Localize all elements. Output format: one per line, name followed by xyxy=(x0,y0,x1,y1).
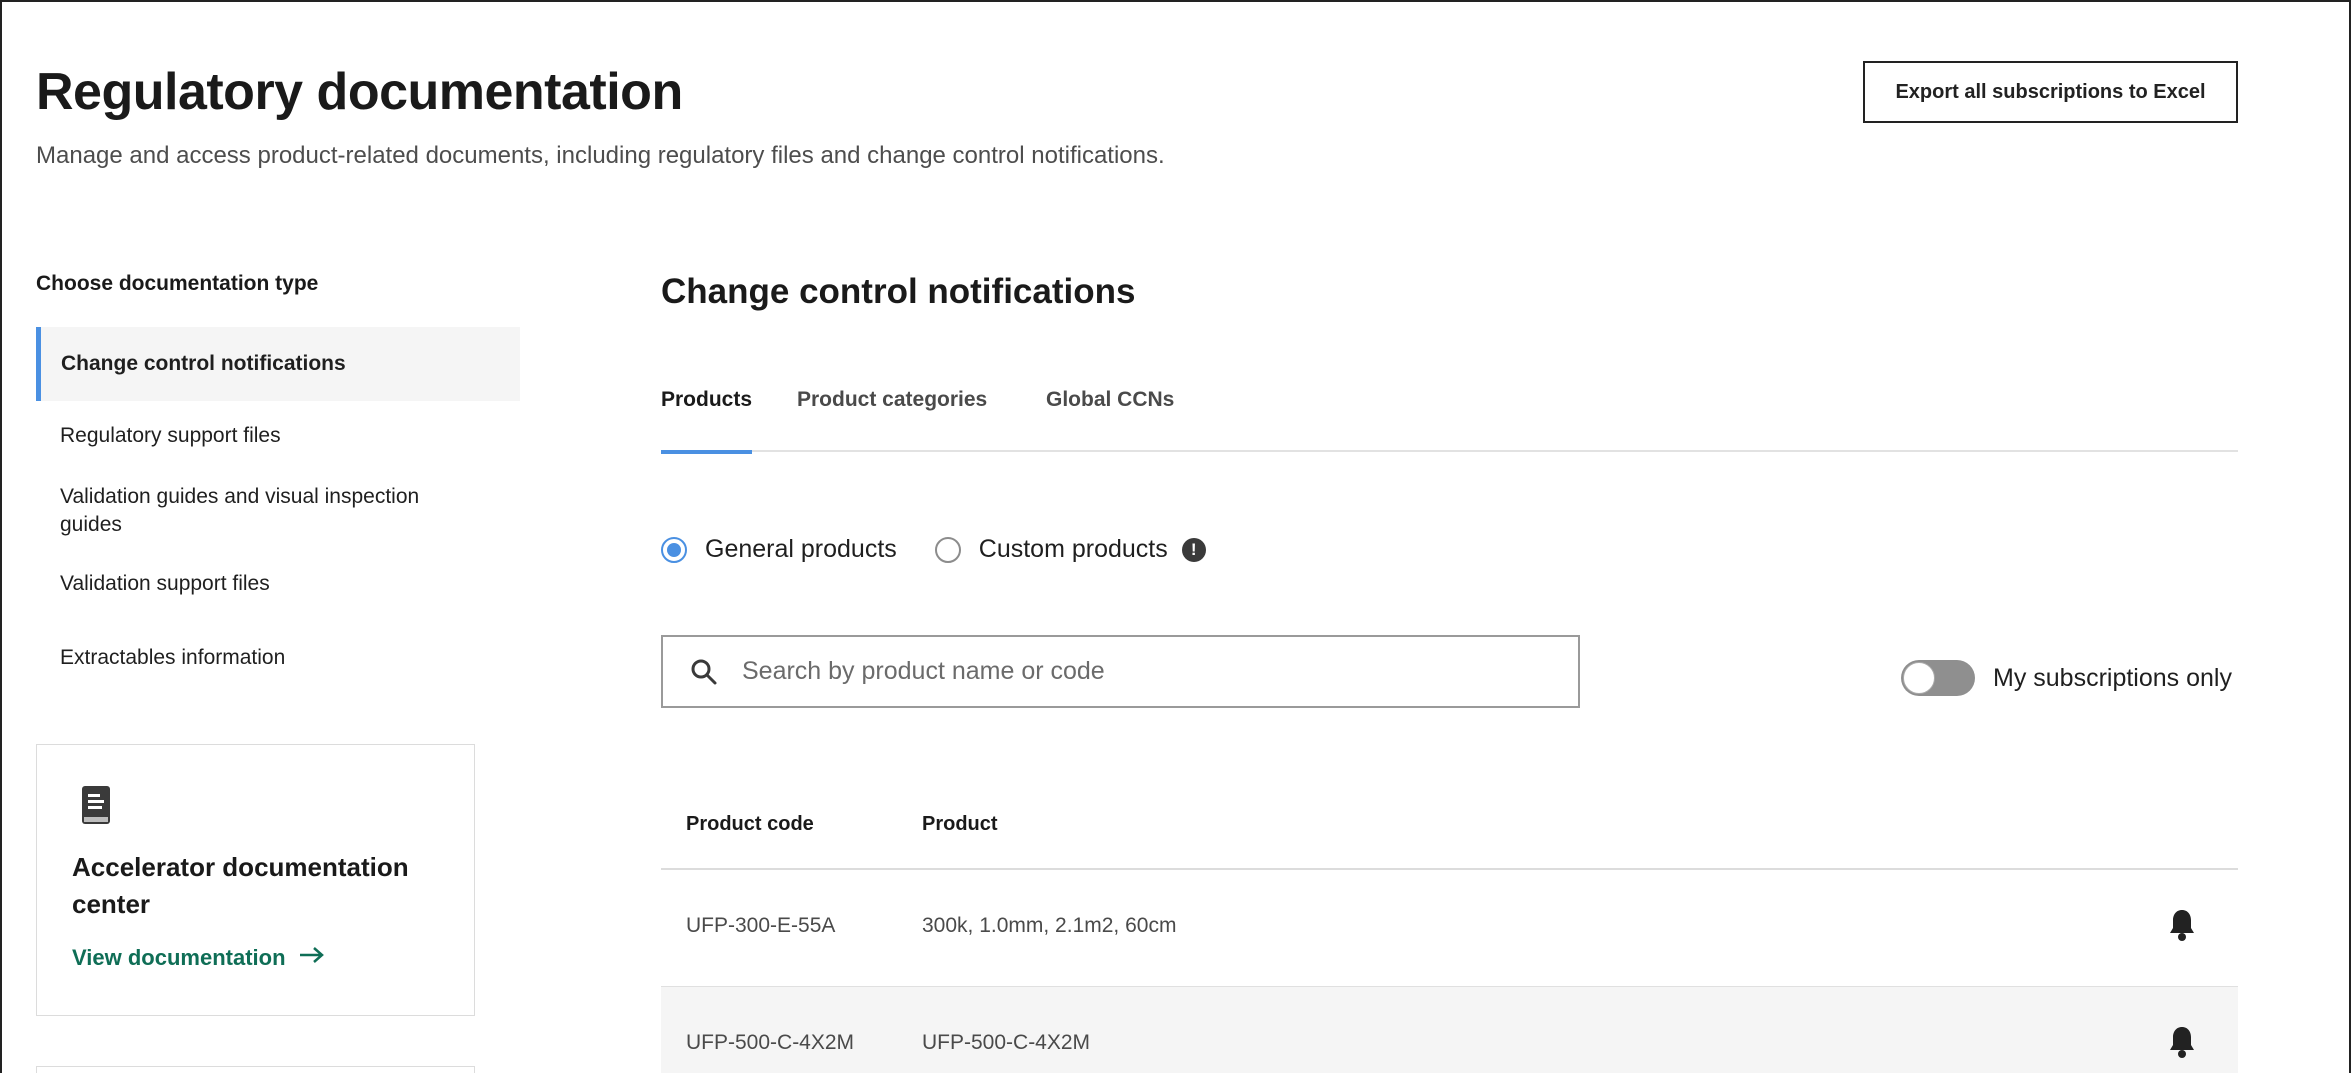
section-title: Change control notifications xyxy=(661,272,1136,311)
my-subscriptions-toggle[interactable] xyxy=(1901,660,1975,696)
view-documentation-link[interactable]: View documentation xyxy=(72,945,326,971)
book-icon xyxy=(81,785,111,830)
bell-icon[interactable] xyxy=(2168,1025,2196,1065)
sidebar-item-extractables-information[interactable]: Extractables information xyxy=(36,644,520,672)
table-header: Product code Product xyxy=(661,787,2238,870)
tab-global-ccns[interactable]: Global CCNs xyxy=(1046,388,1174,452)
custom-products-radio[interactable] xyxy=(934,536,961,563)
search-icon xyxy=(690,658,718,686)
secondary-card xyxy=(36,1066,475,1073)
radio-label: General products xyxy=(705,535,897,563)
table-row[interactable]: UFP-300-E-55A 300k, 1.0mm, 2.1m2, 60cm xyxy=(661,870,2238,987)
product-cell: UFP-500-C-4X2M xyxy=(922,1031,1091,1054)
link-label: View documentation xyxy=(72,945,286,970)
tab-product-categories[interactable]: Product categories xyxy=(797,388,987,452)
info-icon[interactable]: ! xyxy=(1181,537,1206,562)
general-products-radio[interactable] xyxy=(661,536,687,563)
table-row[interactable]: UFP-500-C-4X2M UFP-500-C-4X2M xyxy=(661,987,2238,1073)
products-table: Product code Product UFP-300-E-55A 300k,… xyxy=(661,787,2238,1073)
accelerator-card: Accelerator documentation center View do… xyxy=(36,744,475,1016)
column-header-product-code: Product code xyxy=(686,813,814,835)
toggle-label: My subscriptions only xyxy=(1993,663,2232,692)
page-title: Regulatory documentation xyxy=(36,63,683,121)
product-code-cell: UFP-300-E-55A xyxy=(686,914,836,937)
radio-label: Custom products xyxy=(978,535,1168,563)
product-type-radio-group: General products Custom products ! xyxy=(661,535,1206,564)
search-box xyxy=(661,635,1580,708)
sidebar-item-label: Validation support files xyxy=(60,572,270,595)
sidebar-heading: Choose documentation type xyxy=(36,272,319,295)
sidebar-item-validation-guides[interactable]: Validation guides and visual inspection … xyxy=(36,483,476,539)
column-header-product: Product xyxy=(922,813,998,835)
product-cell: 300k, 1.0mm, 2.1m2, 60cm xyxy=(922,914,1177,937)
sidebar-item-label: Validation guides and visual inspection … xyxy=(60,485,420,536)
card-title: Accelerator documentation center xyxy=(72,852,409,919)
tab-products[interactable]: Products xyxy=(661,388,753,454)
product-code-cell: UFP-500-C-4X2M xyxy=(686,1031,855,1054)
arrow-right-icon xyxy=(298,945,326,971)
sidebar-item-validation-support-files[interactable]: Validation support files xyxy=(36,570,520,598)
sidebar-item-label: Extractables information xyxy=(60,646,286,669)
bell-icon[interactable] xyxy=(2168,908,2196,948)
subscriptions-toggle-group: My subscriptions only xyxy=(1901,660,2232,696)
sidebar-item-regulatory-support-files[interactable]: Regulatory support files xyxy=(36,422,520,450)
page-subtitle: Manage and access product-related docume… xyxy=(36,142,1165,169)
search-input[interactable] xyxy=(742,657,1578,686)
sidebar-item-label: Change control notifications xyxy=(61,352,346,375)
page-frame: Regulatory documentation Manage and acce… xyxy=(0,0,2351,1073)
sidebar-item-label: Regulatory support files xyxy=(60,424,281,447)
sidebar-item-change-control-notifications[interactable]: Change control notifications xyxy=(36,327,520,401)
tab-bar: Products Product categories Global CCNs xyxy=(661,382,2238,454)
export-subscriptions-button[interactable]: Export all subscriptions to Excel xyxy=(1863,61,2238,123)
